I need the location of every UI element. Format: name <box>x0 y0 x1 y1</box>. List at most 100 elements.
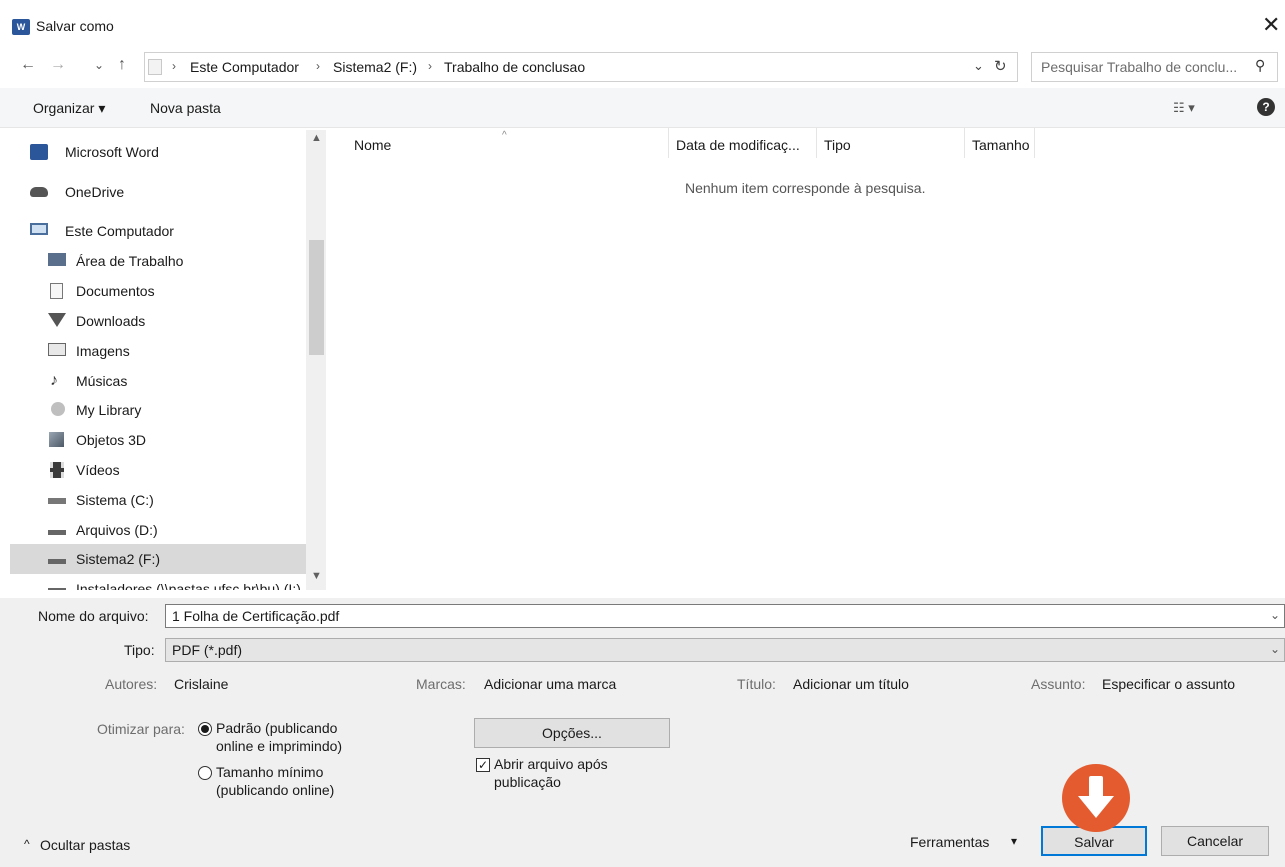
open-after-checkbox[interactable]: ✓ <box>476 758 490 772</box>
filename-value: 1 Folha de Certificação.pdf <box>172 608 340 624</box>
column-header-name[interactable]: Nome <box>354 137 391 153</box>
radio-minimum[interactable] <box>198 766 212 780</box>
authors-field[interactable]: Crislaine <box>174 676 228 692</box>
library-icon <box>51 402 65 416</box>
breadcrumb-trabalho[interactable]: Trabalho de conclusao <box>444 59 585 75</box>
type-label: Tipo: <box>124 642 155 658</box>
sidebar-item-sistema2-f[interactable]: Sistema2 (F:) <box>10 544 306 574</box>
column-header-type[interactable]: Tipo <box>824 137 851 153</box>
sidebar-item-label: Sistema (C:) <box>76 492 154 508</box>
filename-input[interactable]: 1 Folha de Certificação.pdf <box>165 604 1285 628</box>
tags-field[interactable]: Adicionar uma marca <box>484 676 616 692</box>
sidebar-item-downloads[interactable]: Downloads <box>10 306 306 336</box>
file-type-select[interactable]: PDF (*.pdf) <box>165 638 1285 662</box>
sidebar-item-videos[interactable]: Vídeos <box>10 455 306 485</box>
title-label: Título: <box>737 676 776 692</box>
radio-standard[interactable] <box>198 722 212 736</box>
word-app-icon: W <box>12 19 30 35</box>
cloud-icon <box>30 187 48 197</box>
sidebar-item-label: Imagens <box>76 343 130 359</box>
desktop-icon <box>48 253 66 266</box>
authors-label: Autores: <box>105 676 158 692</box>
sidebar-item-sistema-c[interactable]: Sistema (C:) <box>10 485 306 515</box>
sidebar-item-label: Área de Trabalho <box>76 253 184 269</box>
new-folder-button[interactable]: Nova pasta <box>150 100 221 116</box>
open-after-label-line1: Abrir arquivo após <box>494 756 608 772</box>
back-arrow-icon[interactable]: ← <box>20 56 36 74</box>
column-divider[interactable] <box>816 128 817 158</box>
search-icon[interactable]: ⚲ <box>1255 57 1265 74</box>
scrollbar-thumb[interactable] <box>309 240 324 355</box>
search-placeholder: Pesquisar Trabalho de conclu... <box>1041 59 1238 75</box>
sidebar-item-arquivos-d[interactable]: Arquivos (D:) <box>10 515 306 545</box>
radio-standard-label-line2: online e imprimindo) <box>216 738 343 754</box>
filename-dropdown-icon[interactable]: ⌄ <box>1270 608 1280 622</box>
sidebar-item-documentos[interactable]: Documentos <box>10 276 306 306</box>
scroll-up-icon[interactable]: ▲ <box>311 132 322 144</box>
view-options-icon[interactable]: ☷ ▾ <box>1173 100 1195 116</box>
breadcrumb-separator[interactable]: › <box>428 59 432 73</box>
sidebar-item-objetos-3d[interactable]: Objetos 3D <box>10 425 306 455</box>
subject-field[interactable]: Especificar o assunto <box>1102 676 1235 692</box>
tags-label: Marcas: <box>416 676 466 692</box>
sidebar-item-label: Sistema2 (F:) <box>76 551 161 567</box>
column-divider[interactable] <box>668 128 669 158</box>
empty-list-message: Nenhum item corresponde à pesquisa. <box>685 180 926 196</box>
column-divider[interactable] <box>1034 128 1035 158</box>
cancel-button[interactable]: Cancelar <box>1161 826 1269 856</box>
sidebar-item-label: Documentos <box>76 283 155 299</box>
address-dropdown-icon[interactable]: ⌄ <box>973 58 984 74</box>
folder-icon <box>148 59 162 75</box>
breadcrumb-separator[interactable]: › <box>316 59 320 73</box>
sidebar-item-onedrive[interactable]: OneDrive <box>10 177 306 207</box>
computer-icon <box>30 223 48 235</box>
sidebar-item-label: OneDrive <box>65 184 125 200</box>
column-divider[interactable] <box>964 128 965 158</box>
hide-folders-chevron-icon[interactable]: ^ <box>24 837 30 851</box>
sidebar-item-my-library[interactable]: My Library <box>10 395 306 425</box>
sidebar-item-label: Objetos 3D <box>76 432 147 448</box>
column-header-size[interactable]: Tamanho <box>972 137 1030 153</box>
network-drive-icon <box>48 588 66 590</box>
navigation-pane[interactable]: Microsoft Word OneDrive Este Computador … <box>10 130 306 590</box>
sidebar-item-musicas[interactable]: ♪ Músicas <box>10 366 306 396</box>
forward-arrow-icon[interactable]: → <box>50 56 66 74</box>
radio-selected-dot <box>201 725 209 733</box>
navigation-scrollbar[interactable] <box>306 130 326 590</box>
sidebar-item-label: My Library <box>76 402 142 418</box>
organize-menu-button[interactable]: Organizar ▾ <box>33 100 105 117</box>
radio-minimum-label-line1: Tamanho mínimo <box>216 764 324 780</box>
sidebar-item-area-de-trabalho[interactable]: Área de Trabalho <box>10 246 306 276</box>
help-icon[interactable]: ? <box>1257 98 1275 116</box>
breadcrumb-este-computador[interactable]: Este Computador <box>190 59 299 75</box>
sidebar-item-label: Músicas <box>76 373 128 389</box>
tools-dropdown-icon[interactable]: ▾ <box>1011 834 1017 848</box>
filename-label: Nome do arquivo: <box>38 608 149 624</box>
arrow-down-icon <box>1078 776 1114 818</box>
video-icon <box>50 462 64 478</box>
drive-icon <box>48 559 66 564</box>
tools-menu-button[interactable]: Ferramentas <box>910 834 989 850</box>
recent-locations-icon[interactable]: ⌄ <box>94 58 104 72</box>
column-header-date[interactable]: Data de modificaç... <box>676 137 800 153</box>
file-type-value: PDF (*.pdf) <box>172 642 243 658</box>
breadcrumb-sistema2[interactable]: Sistema2 (F:) <box>333 59 417 75</box>
options-button[interactable]: Opções... <box>474 718 670 748</box>
title-field[interactable]: Adicionar um título <box>793 676 909 692</box>
drive-icon <box>48 498 66 504</box>
sidebar-item-imagens[interactable]: Imagens <box>10 336 306 366</box>
sidebar-item-microsoft-word[interactable]: Microsoft Word <box>10 137 306 167</box>
sort-ascending-icon: ^ <box>502 130 507 141</box>
scroll-down-icon[interactable]: ▼ <box>311 570 322 582</box>
close-icon[interactable]: ✕ <box>1262 12 1280 38</box>
drive-icon <box>48 530 66 535</box>
hide-folders-link[interactable]: Ocultar pastas <box>40 837 130 853</box>
word-icon <box>30 144 48 160</box>
subject-label: Assunto: <box>1031 676 1086 692</box>
sidebar-item-instaladores[interactable]: Instaladores (\\pastas.ufsc.br\bu) (I:) <box>10 574 306 590</box>
up-arrow-icon[interactable]: ↑ <box>118 56 126 74</box>
refresh-icon[interactable]: ↻ <box>994 57 1007 75</box>
sidebar-item-este-computador[interactable]: Este Computador <box>10 216 306 246</box>
file-type-dropdown-icon[interactable]: ⌄ <box>1270 642 1280 656</box>
breadcrumb-separator[interactable]: › <box>172 59 176 73</box>
